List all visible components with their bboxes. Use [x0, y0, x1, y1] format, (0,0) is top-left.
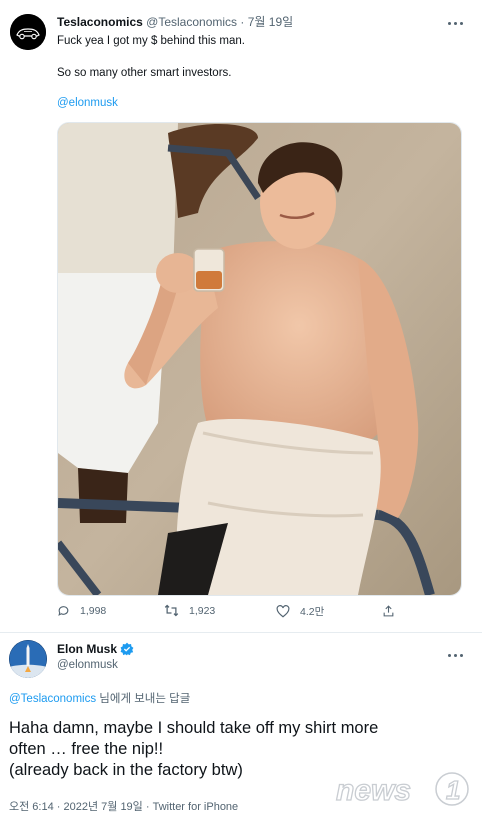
tweet2-date[interactable]: 2022년 7월 19일 [64, 801, 143, 813]
tweet2-line-2: often … free the nip!! [9, 740, 164, 758]
tweet1-author-name[interactable]: Teslaconomics [57, 15, 143, 29]
svg-text:1: 1 [446, 775, 460, 805]
photo-image [58, 123, 461, 595]
teslaconomics-avatar[interactable] [10, 14, 46, 50]
like-count: 4.2만 [300, 606, 325, 618]
reply-to-suffix: 님에게 보내는 답글 [96, 693, 191, 705]
tweet1-action-bar: 1,998 1,923 4.2만 [57, 604, 417, 622]
like-button[interactable]: 4.2만 [276, 604, 324, 619]
retweet-count: 1,923 [189, 604, 216, 617]
tweet2-source[interactable]: Twitter for iPhone [153, 801, 239, 813]
tweet2-time[interactable]: 오전 6:14 [9, 801, 54, 813]
tweet-photo[interactable] [57, 122, 462, 596]
reply-button[interactable]: 1,998 [57, 604, 106, 617]
tweet1-author-handle[interactable]: @Teslaconomics [146, 15, 237, 29]
news1-logo: news 1 [335, 772, 469, 808]
retweet-icon [164, 604, 179, 617]
quoted-tweet: Teslaconomics @Teslaconomics · 7월 19일 Fu… [0, 0, 482, 633]
elonmusk-avatar[interactable] [9, 640, 47, 678]
verified-badge-icon [120, 642, 134, 656]
tweet1-date[interactable]: 7월 19일 [248, 15, 293, 29]
reply-icon [58, 606, 69, 616]
more-options-icon[interactable] [446, 12, 470, 28]
reply-tweet: Elon Musk @elonmusk @Teslaconomics 님에게 보… [0, 632, 482, 820]
tweet2-line-3: (already back in the factory btw) [9, 761, 243, 779]
tweet2-author-name-row: Elon Musk [57, 642, 134, 656]
tweet2-author-handle[interactable]: @elonmusk [57, 659, 118, 671]
reply-count: 1,998 [80, 604, 107, 617]
tweet1-line-1: Fuck yea I got my $ behind this man. [57, 35, 245, 47]
news1-watermark: news 1 [334, 768, 474, 810]
tweet2-author-name[interactable]: Elon Musk [57, 642, 117, 656]
elonmusk-mention-link[interactable]: @elonmusk [57, 97, 118, 109]
retweet-button[interactable]: 1,923 [164, 604, 215, 617]
heart-icon [276, 605, 290, 618]
tweet2-body: Haha damn, maybe I should take off my sh… [9, 718, 378, 781]
reply-to-link[interactable]: @Teslaconomics [9, 693, 96, 705]
more-options-icon[interactable] [446, 644, 470, 660]
share-button[interactable] [382, 604, 405, 618]
car-logo-icon [10, 14, 46, 50]
header-separator: · [237, 15, 248, 29]
tweet2-meta: 오전 6:14 · 2022년 7월 19일 · Twitter for iPh… [9, 801, 239, 813]
tweet1-header: Teslaconomics @Teslaconomics · 7월 19일 [57, 13, 293, 30]
tweet2-line-1: Haha damn, maybe I should take off my sh… [9, 719, 379, 737]
tweet1-line-2: So so many other smart investors. [57, 67, 232, 79]
replying-to: @Teslaconomics 님에게 보내는 답글 [9, 690, 190, 706]
svg-text:news: news [336, 774, 411, 807]
share-icon [383, 605, 394, 617]
earth-rocket-avatar-icon [9, 640, 47, 678]
